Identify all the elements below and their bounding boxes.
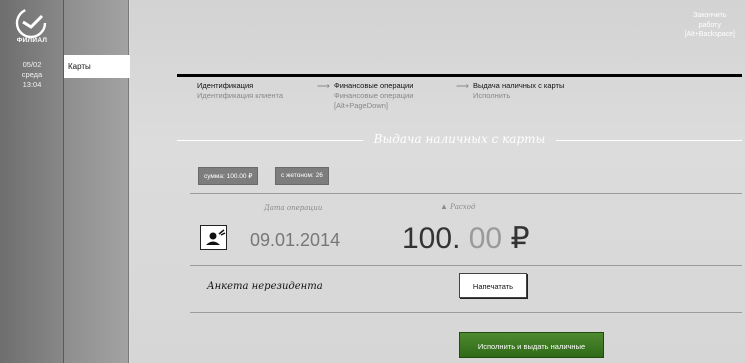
token-chip: с жетоном: 26	[275, 167, 329, 185]
step-financial-operations[interactable]: Финансовые операции Финансовые операции …	[334, 81, 413, 111]
amount-integer: 100	[402, 222, 453, 255]
logout-line1: Закончить	[693, 12, 727, 19]
section-divider-left	[177, 140, 363, 141]
amount-value: 100. 00 ₽	[402, 221, 530, 256]
logout-button[interactable]: Закончить работу [Alt+Backspace]	[685, 11, 735, 40]
step-arrow-icon: ⟶	[317, 81, 330, 91]
step-identification[interactable]: Идентификация Идентификация клиента	[197, 81, 283, 101]
row-divider	[190, 193, 742, 194]
step-title: Финансовые операции	[334, 81, 414, 90]
step-title: Выдача наличных с карты	[473, 81, 565, 90]
left-rail: ФИЛИАЛ 05/02 среда 13:04	[0, 0, 64, 363]
datetime-block: 05/02 среда 13:04	[0, 60, 64, 90]
step-arrow-icon: ⟶	[456, 81, 469, 91]
execute-withdraw-button[interactable]: Исполнить и выдать наличные	[459, 332, 604, 358]
weekday-text: среда	[21, 70, 43, 79]
step-subtitle: Исполнить	[473, 91, 511, 100]
step-title: Идентификация	[197, 81, 254, 90]
branch-label: ФИЛИАЛ	[16, 37, 48, 44]
anketa-label: Анкета нерезидента	[207, 281, 323, 292]
date-value: 09.01.2014	[250, 230, 341, 250]
section-title: Выдача наличных с карты	[373, 132, 546, 146]
operation-user-icon	[200, 225, 227, 250]
section-divider-right	[556, 140, 742, 141]
step-cash-withdrawal[interactable]: Выдача наличных с карты Исполнить	[473, 81, 564, 101]
logout-hotkey: [Alt+Backspace]	[684, 31, 735, 38]
row-divider	[190, 265, 742, 266]
sber-logo-icon	[15, 7, 47, 39]
amount-decimal: 00	[460, 222, 503, 255]
step-subtitle: Идентификация клиента	[197, 91, 284, 100]
top-divider	[177, 74, 742, 77]
row-divider	[190, 312, 742, 313]
currency-sign: ₽	[502, 222, 530, 255]
step-hotkey: [Alt+PageDown]	[334, 101, 388, 110]
date-label: Дата операции	[264, 204, 323, 212]
amount-label: Расход	[450, 203, 476, 211]
amount-chip: сумма: 100.00 ₽	[198, 167, 259, 185]
expense-icon: ▲	[440, 202, 448, 211]
logout-line2: работу	[698, 21, 721, 29]
step-subtitle: Финансовые операции	[334, 91, 414, 100]
date-text: 05/02	[22, 60, 42, 69]
print-button[interactable]: Напечатать	[459, 273, 527, 298]
time-text: 13:04	[22, 80, 42, 89]
